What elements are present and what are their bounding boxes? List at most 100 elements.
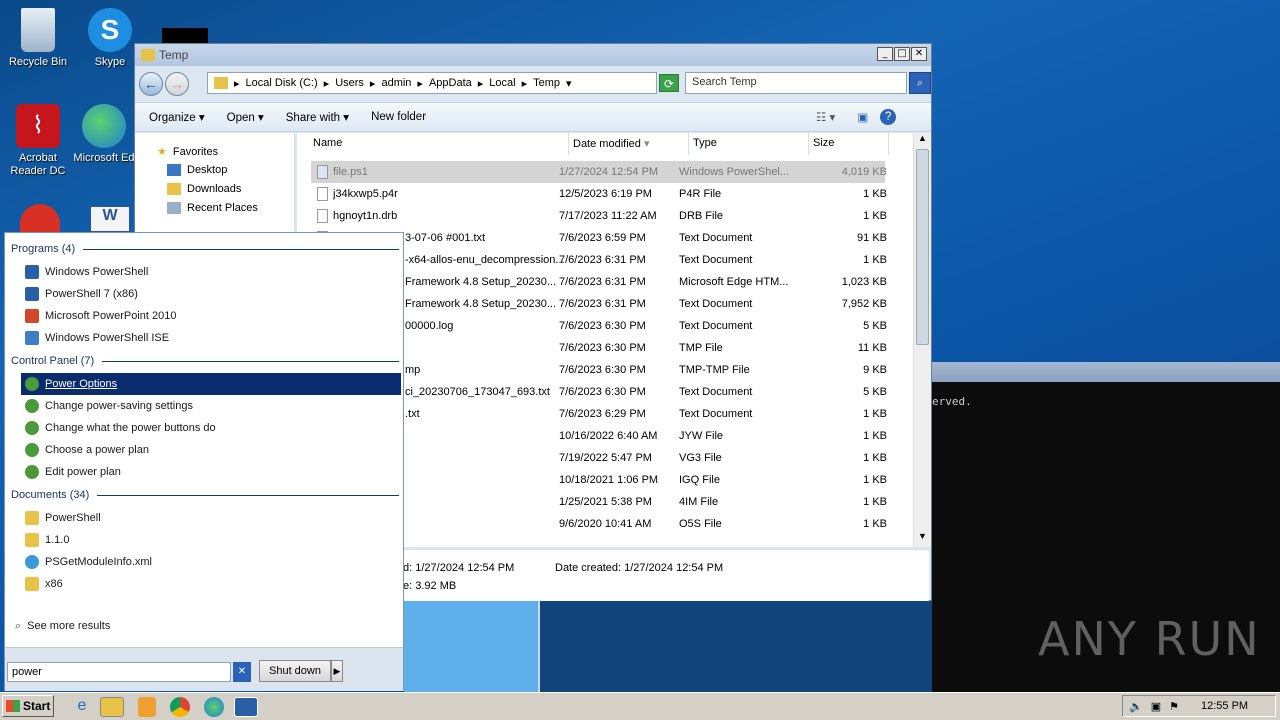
- file-size: 1 KB: [863, 452, 887, 464]
- chrome-taskbar-icon[interactable]: [170, 697, 190, 717]
- column-header-type[interactable]: Type: [689, 133, 809, 155]
- file-type: TMP-TMP File: [679, 364, 750, 376]
- breadcrumb-item[interactable]: Local: [489, 77, 515, 89]
- speaker-icon[interactable]: 🔈: [1129, 700, 1143, 713]
- file-size: 5 KB: [863, 320, 887, 332]
- program-item[interactable]: Microsoft PowerPoint 2010: [21, 305, 401, 327]
- breadcrumb-item[interactable]: admin: [381, 77, 411, 89]
- power-options-icon: [25, 399, 39, 413]
- file-size: 1 KB: [863, 408, 887, 420]
- maximize-button[interactable]: □: [894, 47, 910, 61]
- desktop-icon-acrobat[interactable]: ⌇ Acrobat Reader DC: [0, 104, 76, 178]
- scroll-up-arrow[interactable]: ▲: [914, 133, 931, 149]
- powerpoint-icon: [25, 309, 39, 323]
- file-date: 7/6/2023 6:30 PM: [559, 342, 646, 354]
- file-row[interactable]: j34kxwp5.p4r 12/5/2023 6:19 PM P4R File 1 K…: [311, 183, 887, 205]
- flag-icon[interactable]: ⚑: [1169, 700, 1179, 713]
- edge-taskbar-icon[interactable]: [204, 697, 224, 717]
- start-search-input[interactable]: power: [7, 662, 231, 682]
- new-folder-button[interactable]: New folder: [371, 111, 426, 123]
- share-with-button[interactable]: Share with ▾: [286, 110, 349, 124]
- forward-button[interactable]: →: [165, 72, 189, 96]
- start-button[interactable]: Start: [2, 695, 54, 717]
- desktop-icon-recycle-bin[interactable]: Recycle Bin: [0, 8, 76, 68]
- media-player-icon[interactable]: [138, 697, 156, 717]
- explorer-title-bar[interactable]: Temp: [135, 44, 931, 66]
- file-row[interactable]: file.ps1 1/27/2024 12:54 PM Windows PowerS…: [311, 161, 887, 183]
- file-date: 7/6/2023 6:31 PM: [559, 276, 646, 288]
- explorer-taskbar-icon[interactable]: [100, 697, 124, 717]
- file-type: 4IM File: [679, 496, 719, 508]
- breadcrumb-item[interactable]: Local Disk (C:): [246, 77, 318, 89]
- file-type: Microsoft Edge HTM...: [679, 276, 789, 288]
- see-more-results-link[interactable]: ⌕ See more results: [11, 615, 391, 637]
- folder-icon: [25, 533, 39, 547]
- document-item[interactable]: x86: [21, 573, 401, 595]
- file-row[interactable]: hgnoyt1n.drb 7/17/2023 11:22 AM DRB File 1 …: [311, 205, 887, 227]
- word-icon[interactable]: W: [90, 206, 130, 232]
- ie-icon[interactable]: e: [70, 697, 94, 717]
- views-icon[interactable]: ☷ ▾: [816, 110, 835, 124]
- help-icon[interactable]: ?: [880, 109, 897, 125]
- search-input[interactable]: Search Temp: [685, 72, 907, 94]
- power-options-icon: [25, 377, 39, 391]
- desktop-icon-edge[interactable]: Microsoft Ed: [66, 104, 142, 164]
- column-header-size[interactable]: Size: [809, 133, 889, 155]
- file-size: 4,019 KB: [841, 166, 887, 178]
- file-type: O5S File: [679, 518, 722, 530]
- close-button[interactable]: ✕: [911, 47, 927, 61]
- breadcrumb-item[interactable]: AppData: [429, 77, 472, 89]
- programs-header[interactable]: Programs (4): [11, 243, 399, 255]
- file-size: 9 KB: [863, 364, 887, 376]
- file-date: 7/6/2023 6:30 PM: [559, 386, 646, 398]
- nav-favorites[interactable]: ★ Favorites: [157, 145, 218, 159]
- search-icon[interactable]: ⌕: [909, 72, 931, 94]
- folder-icon: [25, 577, 39, 591]
- refresh-icon[interactable]: ⟳: [659, 74, 679, 92]
- vertical-scrollbar[interactable]: ▲ ▼: [913, 133, 931, 547]
- console-title-bar[interactable]: [932, 362, 1280, 382]
- control-item-power-options[interactable]: Power Options: [21, 373, 401, 395]
- column-header-name[interactable]: Name: [309, 133, 569, 155]
- scroll-down-arrow[interactable]: ▼: [914, 531, 931, 547]
- documents-header[interactable]: Documents (34): [11, 489, 399, 501]
- scroll-thumb[interactable]: [916, 149, 929, 345]
- back-button[interactable]: ←: [139, 72, 163, 96]
- column-header-date[interactable]: Date modified ▾: [569, 133, 689, 155]
- control-item[interactable]: Edit power plan: [21, 461, 401, 483]
- file-icon: [317, 187, 328, 201]
- minimize-button[interactable]: _: [877, 47, 893, 61]
- control-item[interactable]: Change what the power buttons do: [21, 417, 401, 439]
- document-item[interactable]: PSGetModuleInfo.xml: [21, 551, 401, 573]
- program-item[interactable]: Windows PowerShell ISE: [21, 327, 401, 349]
- organize-button[interactable]: Organize ▾: [149, 110, 205, 124]
- breadcrumb-item[interactable]: Temp: [533, 77, 560, 89]
- document-item[interactable]: 1.1.0: [21, 529, 401, 551]
- clock[interactable]: 12:55 PM: [1201, 700, 1248, 712]
- network-icon[interactable]: ▣: [1151, 700, 1161, 713]
- breadcrumb[interactable]: ▸ Local Disk (C:) ▸ Users ▸ admin ▸ AppData…: [207, 72, 657, 94]
- nav-recent-places[interactable]: Recent Places: [167, 202, 258, 214]
- breadcrumb-item[interactable]: Users: [335, 77, 364, 89]
- powershell-icon: [25, 287, 39, 301]
- detail-modified: d: 1/27/2024 12:54 PM: [403, 562, 515, 574]
- shutdown-options-arrow-icon[interactable]: ▶: [331, 660, 343, 682]
- start-menu[interactable]: Programs (4) Windows PowerShell PowerShe…: [4, 232, 404, 691]
- document-item[interactable]: PowerShell: [21, 507, 401, 529]
- nav-downloads[interactable]: Downloads: [167, 183, 241, 195]
- detail-size: e: 3.92 MB: [403, 580, 457, 592]
- control-item[interactable]: Change power-saving settings: [21, 395, 401, 417]
- open-button[interactable]: Open ▾: [227, 110, 264, 124]
- control-item[interactable]: Choose a power plan: [21, 439, 401, 461]
- program-item[interactable]: Windows PowerShell: [21, 261, 401, 283]
- file-type: Text Document: [679, 254, 753, 266]
- powershell-taskbar-icon[interactable]: [234, 697, 258, 717]
- file-name: Framework 4.8 Setup_20230...: [405, 276, 557, 288]
- program-item[interactable]: PowerShell 7 (x86): [21, 283, 401, 305]
- chrome-icon[interactable]: [20, 204, 60, 232]
- clear-search-icon[interactable]: ✕: [233, 662, 251, 682]
- nav-desktop[interactable]: Desktop: [167, 164, 227, 176]
- preview-pane-icon[interactable]: ▣: [857, 110, 868, 124]
- shutdown-button[interactable]: Shut down: [259, 660, 331, 682]
- control-panel-header[interactable]: Control Panel (7): [11, 355, 399, 367]
